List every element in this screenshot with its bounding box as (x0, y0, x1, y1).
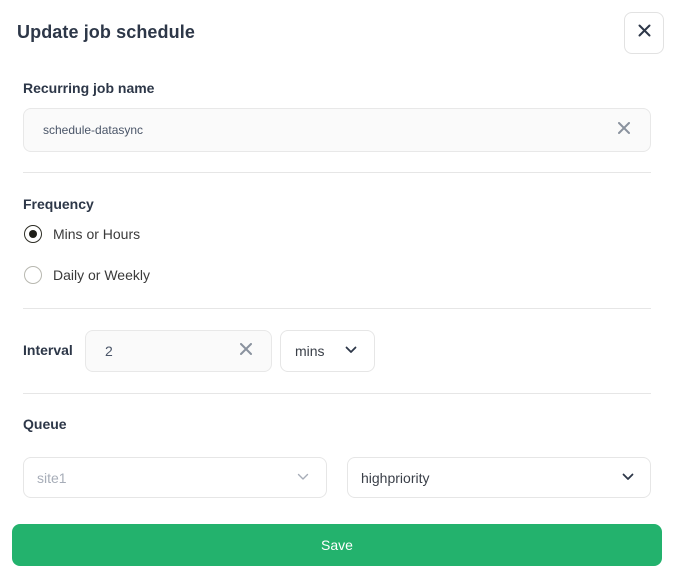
divider (23, 172, 651, 173)
queue-priority-value: highpriority (361, 469, 430, 486)
job-name-clear-button[interactable] (615, 121, 633, 139)
divider (23, 308, 651, 309)
dialog-title: Update job schedule (17, 22, 195, 42)
chevron-down-icon (622, 473, 634, 481)
save-button[interactable]: Save (12, 524, 662, 566)
radio-daily-or-weekly[interactable]: Daily or Weekly (24, 266, 150, 284)
close-icon (638, 24, 651, 42)
queue-site-value: site1 (37, 469, 67, 486)
close-button[interactable] (624, 12, 664, 54)
radio-mins-or-hours[interactable]: Mins or Hours (24, 225, 140, 243)
queue-priority-select[interactable]: highpriority (347, 457, 651, 498)
frequency-label: Frequency (23, 196, 94, 212)
chevron-down-icon (297, 473, 309, 481)
job-name-label: Recurring job name (23, 80, 155, 96)
divider (23, 393, 651, 394)
job-name-value: schedule-datasync (43, 123, 144, 137)
job-name-input[interactable]: schedule-datasync (23, 108, 651, 152)
radio-label: Daily or Weekly (53, 267, 150, 283)
interval-label: Interval (23, 342, 73, 358)
radio-unchecked-icon[interactable] (24, 266, 42, 284)
queue-label: Queue (23, 416, 67, 432)
clear-icon (618, 121, 630, 139)
radio-label: Mins or Hours (53, 226, 141, 242)
interval-unit-select[interactable]: mins (280, 330, 375, 372)
interval-clear-button[interactable] (237, 342, 255, 360)
clear-icon (240, 342, 252, 360)
interval-unit-value: mins (295, 343, 325, 359)
queue-site-select[interactable]: site1 (23, 457, 327, 498)
radio-checked-icon[interactable] (24, 225, 42, 243)
interval-value: 2 (105, 343, 113, 359)
chevron-down-icon (345, 346, 357, 354)
